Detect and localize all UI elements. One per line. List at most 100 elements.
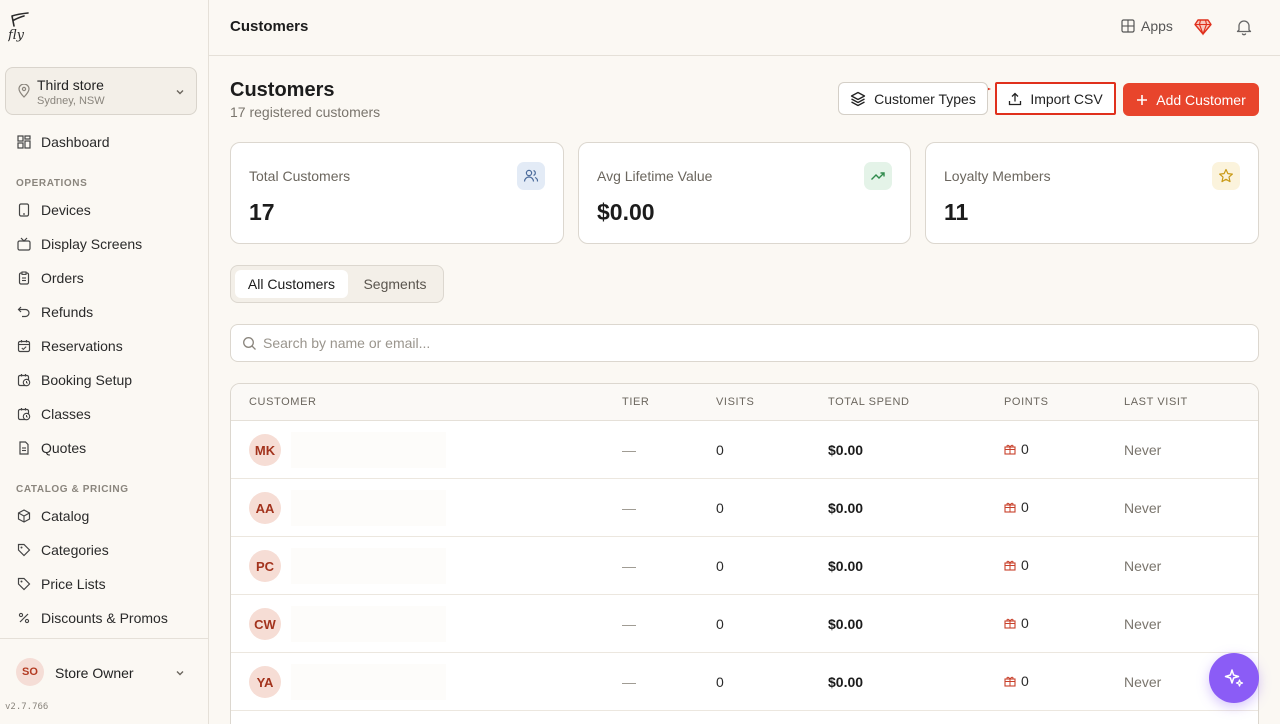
sidebar-item-dashboard[interactable]: Dashboard [0, 125, 209, 159]
gift-icon [1004, 444, 1016, 455]
user-menu[interactable]: SO Store Owner v2.7.766 [0, 638, 209, 724]
sidebar: fly Third store Sydney, NSW Dashboard OP… [0, 0, 209, 724]
sidebar-item-label: Booking Setup [41, 372, 133, 388]
store-selector[interactable]: Third store Sydney, NSW [5, 67, 197, 115]
table-row[interactable]: CW — 0 $0.00 0 Never [231, 595, 1258, 653]
spend-cell: $0.00 [828, 442, 864, 458]
calendar-clock-icon [16, 372, 32, 388]
customer-name-cell [291, 548, 446, 584]
chevron-down-icon [174, 666, 186, 684]
sidebar-item-label: Refunds [41, 304, 94, 320]
search-input[interactable] [263, 325, 1243, 361]
sidebar-item-discounts[interactable]: Discounts & Promos [0, 601, 209, 635]
column-header-customer[interactable]: CUSTOMER [249, 396, 317, 408]
stat-card-total-customers: Total Customers 17 [230, 142, 564, 244]
bell-icon[interactable] [1235, 18, 1253, 41]
last-visit-cell: Never [1124, 558, 1162, 574]
customer-name-cell [291, 606, 446, 642]
map-pin-icon [18, 83, 30, 103]
sidebar-item-label: Orders [41, 270, 84, 286]
points-value: 0 [1021, 499, 1029, 515]
sidebar-item-catalog[interactable]: Catalog [0, 499, 209, 533]
add-customer-button[interactable]: Add Customer [1123, 83, 1259, 116]
topbar: Customers Apps [209, 0, 1280, 56]
section-operations: OPERATIONS [16, 178, 88, 189]
fly-logo[interactable]: fly [7, 12, 32, 43]
points-value: 0 [1021, 441, 1029, 457]
plus-icon [1137, 94, 1148, 105]
sidebar-item-price-lists[interactable]: Price Lists [0, 567, 209, 601]
sidebar-item-display-screens[interactable]: Display Screens [0, 227, 209, 261]
table-row[interactable]: AA — 0 $0.00 0 Never [231, 479, 1258, 537]
points-cell: 0 [1004, 673, 1029, 689]
table-row[interactable]: MK — 0 $0.00 0 Never [231, 421, 1258, 479]
sidebar-item-label: Discounts & Promos [41, 610, 168, 626]
calendar-clock-icon [16, 406, 32, 422]
gem-icon[interactable] [1194, 18, 1212, 41]
spend-cell: $0.00 [828, 558, 864, 574]
ai-assistant-button[interactable] [1209, 653, 1259, 703]
sidebar-item-refunds[interactable]: Refunds [0, 295, 209, 329]
visits-cell: 0 [716, 616, 724, 632]
visits-cell: 0 [716, 500, 724, 516]
table-row[interactable]: YA — 0 $0.00 0 Never [231, 653, 1258, 711]
page-title: Customers [230, 18, 309, 35]
add-customer-label: Add Customer [1156, 91, 1246, 108]
stat-label: Avg Lifetime Value [597, 168, 713, 184]
sidebar-item-label: Categories [41, 542, 109, 558]
users-icon [517, 162, 545, 190]
tab-all-customers[interactable]: All Customers [235, 270, 348, 298]
customer-types-button[interactable]: Customer Types [838, 82, 988, 115]
tab-segments[interactable]: Segments [352, 270, 438, 298]
stat-label: Loyalty Members [944, 168, 1051, 184]
tv-icon [16, 236, 32, 252]
table-header: CUSTOMER TIER VISITS TOTAL SPEND POINTS … [231, 384, 1258, 421]
column-header-points[interactable]: POINTS [1004, 396, 1049, 408]
stat-value: 17 [249, 199, 275, 225]
visits-cell: 0 [716, 442, 724, 458]
trending-up-icon [864, 162, 892, 190]
points-value: 0 [1021, 557, 1029, 573]
sidebar-item-reservations[interactable]: Reservations [0, 329, 209, 363]
sidebar-item-classes[interactable]: Classes [0, 397, 209, 431]
sidebar-item-categories[interactable]: Categories [0, 533, 209, 567]
sidebar-item-quotes[interactable]: Quotes [0, 431, 209, 465]
table-row[interactable]: PC — 0 $0.00 0 Never [231, 537, 1258, 595]
column-header-total-spend[interactable]: TOTAL SPEND [828, 396, 910, 408]
column-header-last-visit[interactable]: LAST VISIT [1124, 396, 1188, 408]
points-cell: 0 [1004, 557, 1029, 573]
avatar: SO [16, 658, 44, 686]
customer-tabs: All Customers Segments [230, 265, 444, 303]
tier-cell: — [622, 616, 636, 632]
document-icon [16, 440, 32, 456]
points-cell: 0 [1004, 441, 1029, 457]
user-name: Store Owner [55, 665, 134, 681]
import-csv-button[interactable]: Import CSV [995, 82, 1116, 115]
sidebar-item-label: Catalog [41, 508, 90, 524]
spend-cell: $0.00 [828, 616, 864, 632]
column-header-visits[interactable]: VISITS [716, 396, 754, 408]
sidebar-item-orders[interactable]: Orders [0, 261, 209, 295]
sidebar-item-label: Price Lists [41, 576, 106, 592]
sidebar-item-booking-setup[interactable]: Booking Setup [0, 363, 209, 397]
last-visit-cell: Never [1124, 442, 1162, 458]
sidebar-item-label: Quotes [41, 440, 87, 456]
sidebar-item-devices[interactable]: Devices [0, 193, 209, 227]
customers-count: 17 registered customers [230, 104, 381, 120]
visits-cell: 0 [716, 674, 724, 690]
svg-text:fly: fly [8, 28, 25, 42]
percent-icon [16, 610, 32, 626]
tier-cell: — [622, 558, 636, 574]
apps-button[interactable]: Apps [1121, 18, 1173, 34]
gift-icon [1004, 502, 1016, 513]
column-header-tier[interactable]: TIER [622, 396, 649, 408]
search-bar [230, 324, 1259, 362]
chevron-down-icon [174, 85, 186, 103]
gift-icon [1004, 618, 1016, 629]
sidebar-item-label: Reservations [41, 338, 123, 354]
stat-value: $0.00 [597, 199, 655, 225]
customer-name-cell [291, 432, 446, 468]
dashboard-icon [16, 134, 32, 150]
undo-icon [16, 304, 32, 320]
stat-card-avg-lifetime-value: Avg Lifetime Value $0.00 [578, 142, 911, 244]
